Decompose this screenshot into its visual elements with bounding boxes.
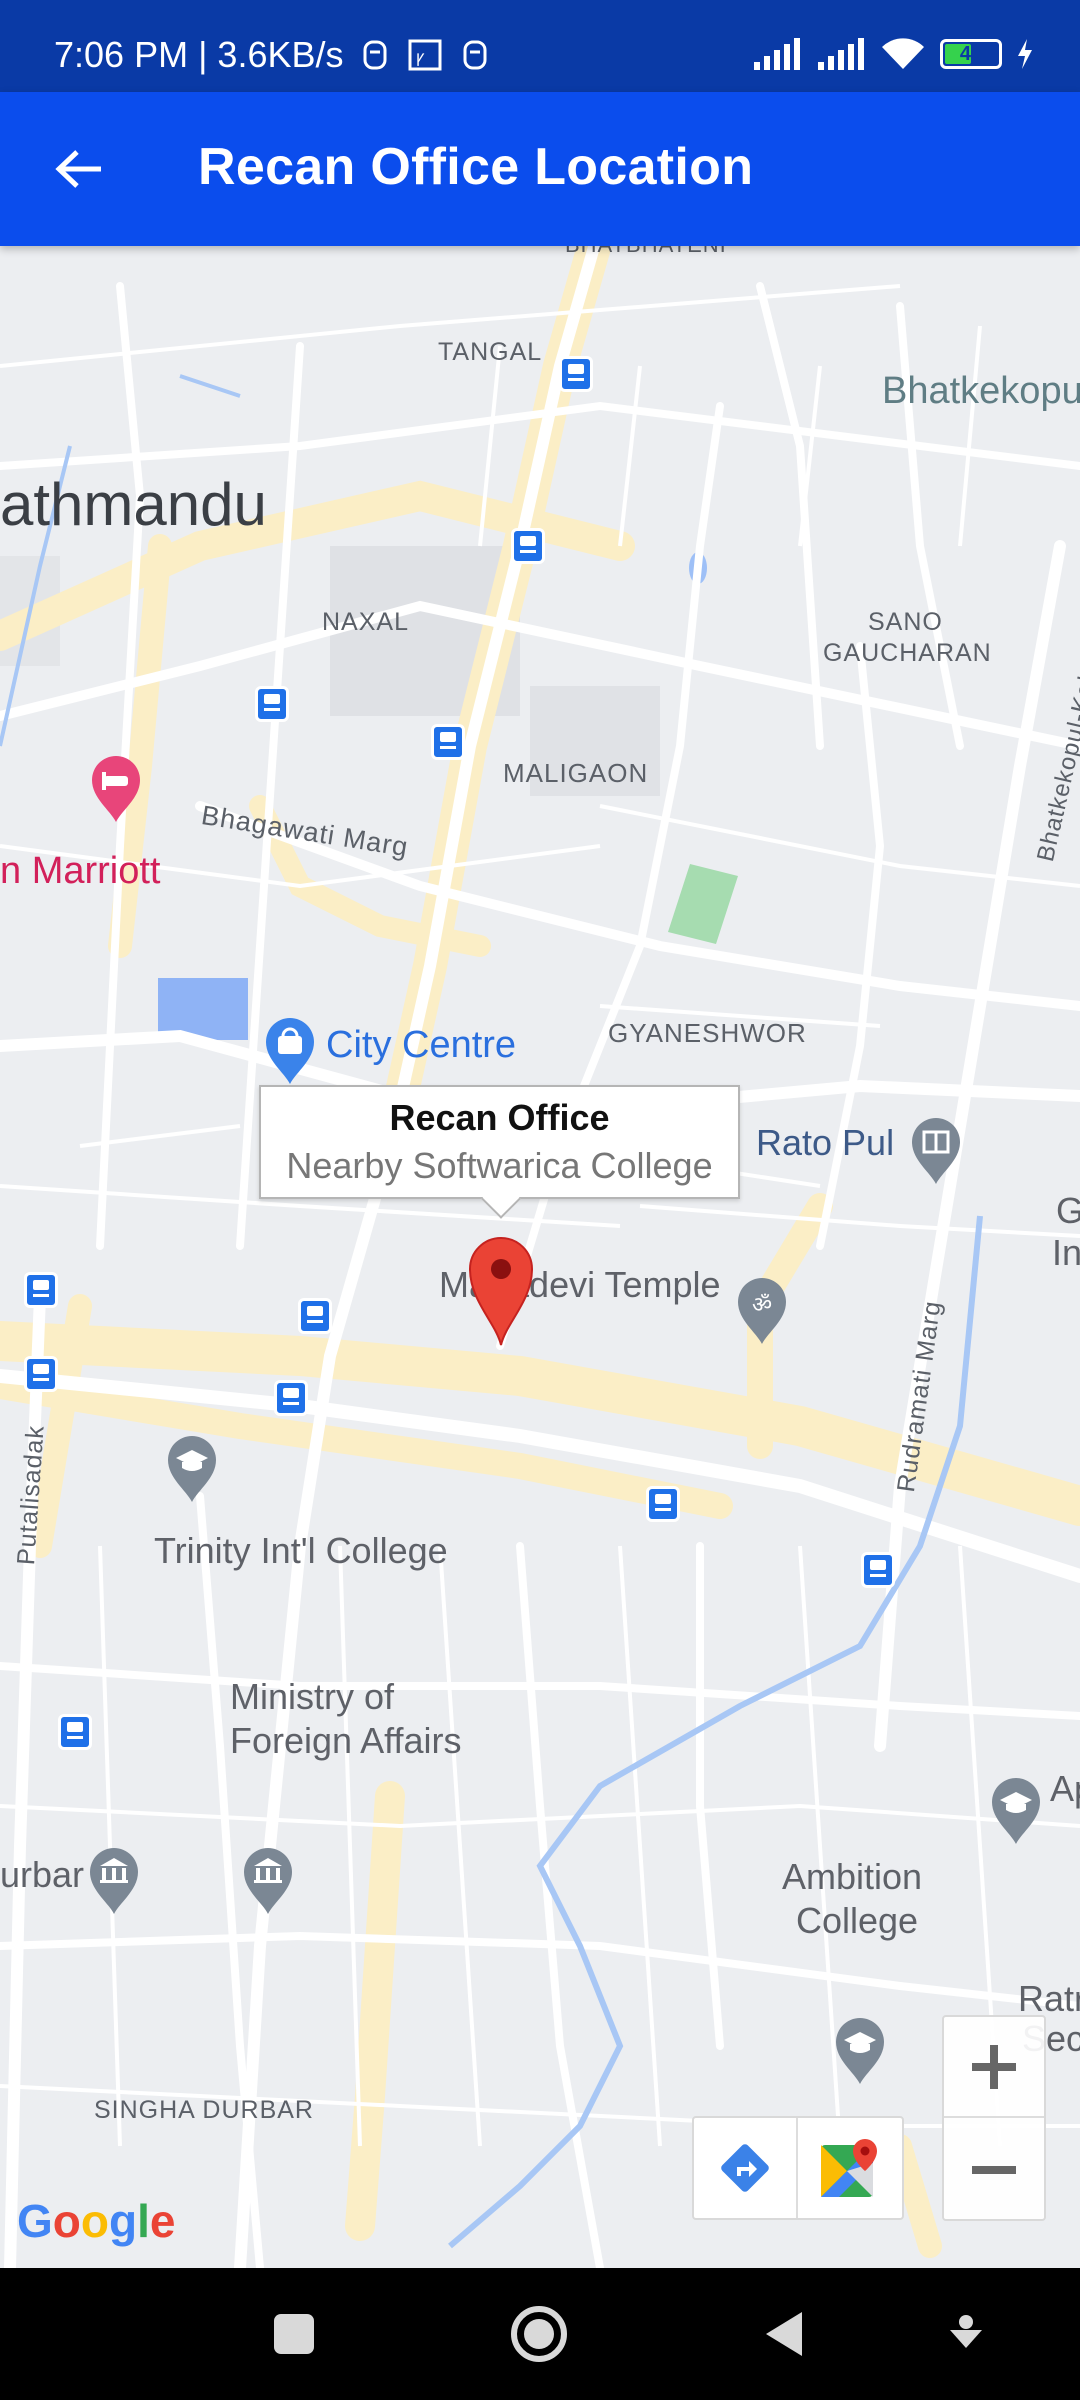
- google-logo: Google: [17, 2195, 176, 2247]
- place-label-ratr-partial: Ratr: [1018, 1978, 1080, 2019]
- open-in-maps-button[interactable]: [798, 2118, 902, 2218]
- area-label-sano: SANO: [868, 608, 943, 636]
- area-label-maligaon: MALIGAON: [503, 758, 649, 788]
- bus-stop-icon[interactable]: [431, 724, 465, 760]
- hotel-icon[interactable]: [88, 754, 144, 824]
- bus-stop-icon[interactable]: [274, 1380, 308, 1416]
- app-bar: Recan Office Location: [0, 92, 1080, 246]
- wifi-icon: [882, 38, 924, 69]
- bus-stop-icon[interactable]: [559, 356, 593, 392]
- signal-icon-2: [818, 38, 864, 70]
- place-label-bhatkekopu: Bhatkekopu: [882, 370, 1080, 412]
- bus-stop-icon[interactable]: [58, 1714, 92, 1750]
- square-icon: [274, 2314, 314, 2354]
- museum-icon[interactable]: [86, 1846, 142, 1916]
- area-label-bhatbhateni: BHATBHATENI: [565, 246, 727, 258]
- bus-stop-icon[interactable]: [646, 1486, 680, 1522]
- bus-stop-icon[interactable]: [861, 1552, 895, 1588]
- place-label-ap-partial: Ap: [1050, 1768, 1080, 1809]
- minus-icon: [972, 2165, 1016, 2174]
- bus-stop-icon[interactable]: [24, 1272, 58, 1308]
- map-view[interactable]: BHATBHATENI TANGAL Bhatkekopu athmandu N…: [0, 246, 1080, 2268]
- circle-icon: [511, 2306, 567, 2362]
- park-icon[interactable]: [908, 1116, 964, 1186]
- place-label-urbar-partial: urbar: [0, 1854, 85, 1895]
- bus-stop-icon[interactable]: [511, 528, 545, 564]
- info-window-snippet: Nearby Softwarica College: [286, 1145, 713, 1186]
- back-button[interactable]: [44, 134, 114, 204]
- battery-level: 46: [959, 42, 983, 65]
- location-marker-icon[interactable]: [466, 1233, 536, 1347]
- school-icon[interactable]: [164, 1434, 220, 1504]
- signal-icon-1: [754, 38, 800, 70]
- shopping-icon[interactable]: [262, 1016, 318, 1086]
- area-label-gyaneshwor: GYANESHWOR: [608, 1018, 807, 1048]
- plus-icon: [972, 2044, 1016, 2089]
- svg-text:ॐ: ॐ: [752, 1293, 772, 1318]
- temple-icon[interactable]: ॐ: [734, 1276, 790, 1346]
- place-label-ministry-1: Ministry of: [230, 1676, 395, 1717]
- place-label-in-partial: In: [1052, 1232, 1080, 1273]
- page-title: Recan Office Location: [198, 138, 754, 196]
- place-label-g-partial: G: [1056, 1190, 1080, 1231]
- notification-icon-2: ꝩ: [408, 39, 442, 71]
- map-toolbar: [692, 2116, 904, 2220]
- status-time-speed: 7:06 PM | 3.6KB/s: [54, 34, 344, 75]
- notification-icon-3: [463, 40, 487, 70]
- place-label-marriott: n Marriott: [0, 850, 161, 892]
- status-bar: 7:06 PM | 3.6KB/s ꝩ 46: [0, 0, 1080, 92]
- home-button[interactable]: [501, 2296, 577, 2372]
- assistant-icon: [950, 2315, 982, 2348]
- charging-icon: [1018, 39, 1032, 69]
- place-label-rato-pul: Rato Pul: [756, 1122, 895, 1163]
- area-label-singha-durbar: SINGHA DURBAR: [94, 2096, 314, 2124]
- school-icon[interactable]: [988, 1776, 1044, 1846]
- bus-stop-icon[interactable]: [255, 686, 289, 722]
- zoom-in-button[interactable]: [944, 2017, 1044, 2118]
- zoom-controls: [942, 2015, 1046, 2221]
- area-label-naxal: NAXAL: [322, 608, 409, 636]
- bus-stop-icon[interactable]: [24, 1356, 58, 1392]
- place-label-trinity: Trinity Int'l College: [154, 1530, 448, 1571]
- google-maps-icon: [821, 2139, 877, 2197]
- back-nav-button[interactable]: [746, 2296, 822, 2372]
- school-icon[interactable]: [832, 2016, 888, 2086]
- battery-icon: 46: [940, 39, 1002, 69]
- directions-icon: [721, 2144, 769, 2192]
- area-label-tangal: TANGAL: [438, 338, 543, 366]
- assistant-button[interactable]: [928, 2296, 1004, 2372]
- directions-button[interactable]: [694, 2118, 798, 2218]
- zoom-out-button[interactable]: [944, 2119, 1044, 2220]
- museum-icon[interactable]: [240, 1846, 296, 1916]
- info-window-title: Recan Office: [389, 1097, 610, 1138]
- recents-button[interactable]: [256, 2296, 332, 2372]
- place-label-ambition-2: College: [796, 1900, 919, 1941]
- place-label-ministry-2: Foreign Affairs: [230, 1720, 462, 1761]
- status-icons: 46: [752, 34, 1034, 74]
- city-label-kathmandu: athmandu: [0, 471, 267, 538]
- triangle-back-icon: [766, 2312, 802, 2356]
- arrow-left-icon: [55, 150, 101, 188]
- bus-stop-icon[interactable]: [298, 1298, 332, 1334]
- system-navigation-bar: [0, 2268, 1080, 2400]
- place-label-city-centre: City Centre: [326, 1024, 517, 1066]
- place-label-ambition-1: Ambition: [782, 1856, 923, 1897]
- marker-info-window[interactable]: Recan Office Nearby Softwarica College: [259, 1085, 740, 1199]
- area-label-gaucharan: GAUCHARAN: [823, 639, 992, 667]
- svg-text:ꝩ: ꝩ: [416, 47, 425, 66]
- notification-icon-1: [363, 40, 387, 70]
